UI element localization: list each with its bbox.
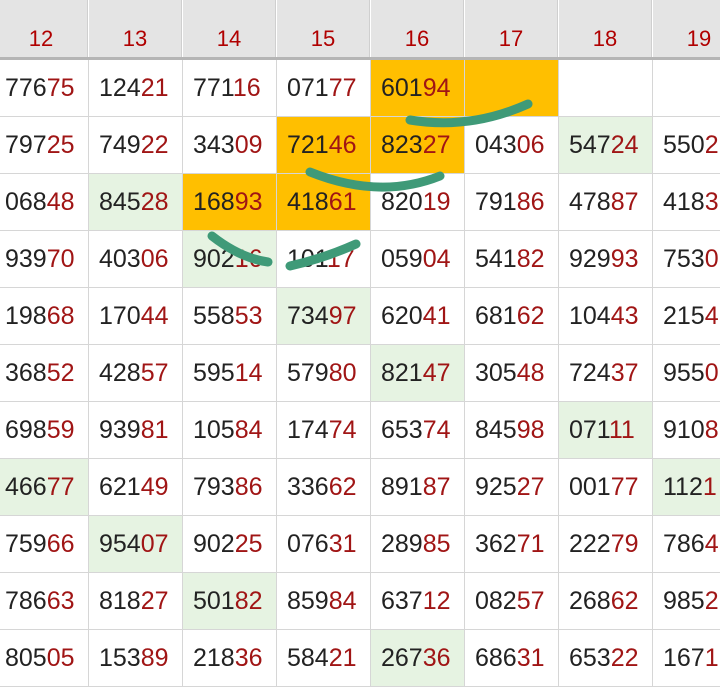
grid-cell: 07631 xyxy=(277,516,371,573)
column-header-15: 15 xyxy=(277,0,370,60)
grid-cell: 54724 xyxy=(559,117,653,174)
column-header-14: 14 xyxy=(183,0,276,60)
grid-cell: 90225 xyxy=(183,516,277,573)
grid-cell: 1671 xyxy=(653,630,720,687)
grid-cell: 36271 xyxy=(465,516,559,573)
grid-cell: 92993 xyxy=(559,231,653,288)
grid-cell: 4183 xyxy=(653,174,720,231)
grid-cell: 93970 xyxy=(0,231,89,288)
grid-cell: 17474 xyxy=(277,402,371,459)
grid-cell: 17044 xyxy=(89,288,183,345)
grid-cell: 77116 xyxy=(183,60,277,117)
grid-cell: 19868 xyxy=(0,288,89,345)
grid-cell: 82019 xyxy=(371,174,465,231)
grid-cell: 26862 xyxy=(559,573,653,630)
column-header-17: 17 xyxy=(465,0,558,60)
grid-cell: 10443 xyxy=(559,288,653,345)
column-header-19: 19 xyxy=(653,0,720,60)
grid-cell: 36852 xyxy=(0,345,89,402)
grid-cell: 04306 xyxy=(465,117,559,174)
grid-cell: 06848 xyxy=(0,174,89,231)
grid-cell: 85984 xyxy=(277,573,371,630)
grid-cell xyxy=(653,60,720,117)
grid-cell: 05904 xyxy=(371,231,465,288)
grid-cell: 46677 xyxy=(0,459,89,516)
grid-cell: 2154 xyxy=(653,288,720,345)
grid-cell: 28985 xyxy=(371,516,465,573)
grid-cell: 60194 xyxy=(371,60,465,117)
grid-cell: 62041 xyxy=(371,288,465,345)
grid-cell: 68162 xyxy=(465,288,559,345)
grid-cell: 84598 xyxy=(465,402,559,459)
grid-cell: 10584 xyxy=(183,402,277,459)
grid-cell: 9852 xyxy=(653,573,720,630)
grid-cell: 95407 xyxy=(89,516,183,573)
grid-cell: 58421 xyxy=(277,630,371,687)
grid-cell: 59514 xyxy=(183,345,277,402)
grid-cell: 5502 xyxy=(653,117,720,174)
column-header-13: 13 xyxy=(89,0,182,60)
grid-cell: 30548 xyxy=(465,345,559,402)
grid-cell: 63712 xyxy=(371,573,465,630)
grid-cell: 82327 xyxy=(371,117,465,174)
grid-cell: 9108 xyxy=(653,402,720,459)
grid-cell: 16893 xyxy=(183,174,277,231)
grid-cell: 12421 xyxy=(89,60,183,117)
grid-cell: 42857 xyxy=(89,345,183,402)
grid-cell: 84528 xyxy=(89,174,183,231)
grid-cell: 93981 xyxy=(89,402,183,459)
grid-cell: 79725 xyxy=(0,117,89,174)
grid-cell: 15389 xyxy=(89,630,183,687)
grid-cell: 57980 xyxy=(277,345,371,402)
grid-cell: 82147 xyxy=(371,345,465,402)
grid-cell: 77675 xyxy=(0,60,89,117)
grid-cell: 78663 xyxy=(0,573,89,630)
grid-cell: 7530 xyxy=(653,231,720,288)
grid-cell: 1121 xyxy=(653,459,720,516)
grid-cell: 33662 xyxy=(277,459,371,516)
grid-cell: 80505 xyxy=(0,630,89,687)
grid-cell: 00177 xyxy=(559,459,653,516)
grid-cell: 72146 xyxy=(277,117,371,174)
grid-cell: 89187 xyxy=(371,459,465,516)
grid-cell: 90216 xyxy=(183,231,277,288)
grid-cell xyxy=(559,60,653,117)
grid-cell: 07111 xyxy=(559,402,653,459)
grid-cell: 08257 xyxy=(465,573,559,630)
grid-cell: 26736 xyxy=(371,630,465,687)
grid-cell: 74922 xyxy=(89,117,183,174)
grid-cell: 47887 xyxy=(559,174,653,231)
grid-cell: 75966 xyxy=(0,516,89,573)
grid-cell: 81827 xyxy=(89,573,183,630)
grid-cell: 34309 xyxy=(183,117,277,174)
grid-cell: 79186 xyxy=(465,174,559,231)
grid-cell: 65374 xyxy=(371,402,465,459)
grid-cell: 79386 xyxy=(183,459,277,516)
grid-cell: 69859 xyxy=(0,402,89,459)
column-header-18: 18 xyxy=(559,0,652,60)
column-header-16: 16 xyxy=(371,0,464,60)
grid-cell: 41861 xyxy=(277,174,371,231)
column-header-12: 12 xyxy=(0,0,88,60)
grid-cell xyxy=(465,60,559,117)
grid-cell: 62149 xyxy=(89,459,183,516)
grid-cell: 54182 xyxy=(465,231,559,288)
grid-cell: 73497 xyxy=(277,288,371,345)
grid-cell: 50182 xyxy=(183,573,277,630)
grid-cell: 72437 xyxy=(559,345,653,402)
grid-cell: 40306 xyxy=(89,231,183,288)
grid-cell: 10117 xyxy=(277,231,371,288)
grid-cell: 21836 xyxy=(183,630,277,687)
grid-cell: 92527 xyxy=(465,459,559,516)
grid-cell: 7864 xyxy=(653,516,720,573)
grid-cell: 65322 xyxy=(559,630,653,687)
grid-cell: 9550 xyxy=(653,345,720,402)
grid-cell: 07177 xyxy=(277,60,371,117)
grid-cell: 22279 xyxy=(559,516,653,573)
grid-cell: 68631 xyxy=(465,630,559,687)
grid-cell: 55853 xyxy=(183,288,277,345)
